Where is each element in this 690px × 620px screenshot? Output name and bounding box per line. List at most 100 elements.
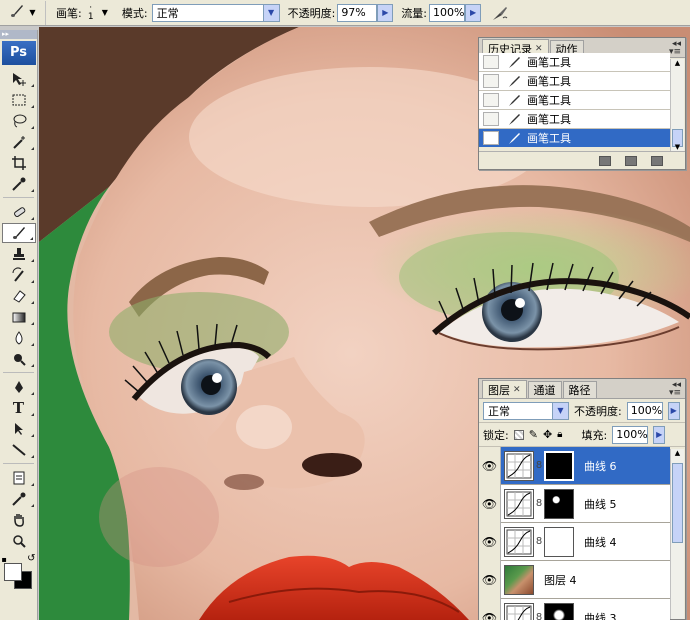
history-scrollbar[interactable]: ▲ ▼ — [670, 59, 684, 151]
blur-icon[interactable] — [2, 328, 36, 348]
history-item[interactable]: 画笔工具 — [479, 53, 670, 72]
flow-input[interactable]: 100% — [429, 3, 466, 22]
fill-input[interactable]: 100% — [612, 425, 649, 444]
crop-icon[interactable] — [2, 153, 36, 173]
toolbox: ▸▸ Ps T ▪ ↺ — [0, 30, 38, 620]
history-item[interactable]: 画笔工具 — [479, 110, 670, 129]
history-state-marker[interactable] — [483, 131, 499, 145]
type-icon[interactable]: T — [2, 398, 36, 418]
swap-colors-icon[interactable]: ↺ — [27, 553, 35, 564]
close-icon[interactable]: ✕ — [535, 44, 543, 54]
new-document-from-state-icon[interactable] — [599, 155, 611, 166]
gradient-icon[interactable] — [2, 307, 36, 327]
healing-brush-icon[interactable] — [2, 202, 36, 222]
opacity-slider-button[interactable]: ▶ — [377, 3, 394, 22]
eye-icon[interactable]: 👁︎ — [479, 446, 501, 485]
panel-menu-icon[interactable]: ◂◂ ▾≡ — [669, 40, 681, 57]
eye-icon[interactable]: 👁︎ — [479, 522, 501, 561]
blend-mode-select[interactable]: 正常 ▼ — [483, 401, 569, 420]
brush-picker[interactable]: · 1 — [82, 3, 100, 22]
pen-icon[interactable] — [2, 377, 36, 397]
brush-icon — [505, 93, 523, 107]
layer-opacity-input[interactable]: 100% — [626, 401, 663, 420]
link-icon[interactable]: 8 — [534, 612, 544, 620]
chevron-down-icon: ▼ — [262, 4, 279, 21]
layer-mask-thumbnail[interactable] — [544, 488, 574, 519]
scroll-up-arrow[interactable]: ▲ — [671, 449, 684, 457]
tab-layers[interactable]: 图层 ✕ — [482, 380, 527, 398]
zoom-icon[interactable] — [2, 531, 36, 551]
lasso-icon[interactable] — [2, 111, 36, 131]
history-snapshot-checkbox[interactable] — [483, 55, 499, 69]
eye-icon[interactable]: 👁︎ — [479, 560, 501, 599]
chevron-down-icon: ▼ — [29, 8, 36, 17]
brush-icon[interactable] — [1, 223, 36, 243]
lock-position-icon[interactable]: ✥ — [543, 428, 552, 441]
layer-row[interactable]: 👁︎ 8 曲线 3 — [479, 598, 670, 620]
layers-scrollbar[interactable]: ▲ — [670, 449, 684, 619]
mode-select[interactable]: 正常 ▼ — [151, 3, 280, 22]
link-icon[interactable]: 8 — [534, 536, 544, 547]
history-item[interactable]: 画笔工具 — [479, 72, 670, 91]
scroll-down-arrow[interactable]: ▼ — [671, 143, 684, 151]
opacity-label: 不透明度: — [287, 6, 336, 20]
layer-mask-thumbnail[interactable] — [544, 602, 574, 620]
flow-slider-button[interactable]: ▶ — [465, 3, 482, 22]
history-brush-icon[interactable] — [2, 265, 36, 285]
airbrush-icon[interactable] — [489, 2, 511, 24]
lock-pixels-icon[interactable]: ✎ — [529, 428, 538, 441]
fill-slider-button[interactable]: ▶ — [653, 425, 666, 444]
toolbox-grip[interactable]: ▸▸ — [0, 30, 37, 39]
history-snapshot-checkbox[interactable] — [483, 93, 499, 107]
layer-row-selected[interactable]: 👁︎ 8 曲线 6 — [479, 446, 670, 485]
eye-icon[interactable]: 👁︎ — [479, 484, 501, 523]
path-selection-icon[interactable] — [2, 419, 36, 439]
panel-menu-icon[interactable]: ◂◂ ▾≡ — [669, 381, 681, 398]
layer-opacity-slider-button[interactable]: ▶ — [667, 401, 680, 420]
brush-icon — [505, 131, 523, 145]
layer-mask-thumbnail[interactable] — [544, 450, 574, 481]
history-snapshot-checkbox[interactable] — [483, 112, 499, 126]
history-snapshot-checkbox[interactable] — [483, 74, 499, 88]
lock-all-icon[interactable]: 🔒︎ — [557, 429, 562, 440]
tab-paths[interactable]: 路径 — [562, 381, 597, 398]
history-item-selected[interactable]: 画笔工具 — [479, 129, 670, 147]
history-footer — [479, 151, 685, 169]
new-snapshot-icon[interactable] — [625, 155, 637, 166]
tool-preset-picker[interactable]: ▼ — [0, 0, 46, 25]
dodge-icon[interactable] — [2, 349, 36, 369]
layer-name: 图层 4 — [544, 573, 577, 587]
scroll-thumb[interactable] — [672, 463, 683, 543]
eyedropper-2-icon[interactable] — [2, 489, 36, 509]
layers-panel-tabs: 图层 ✕ 通道 路径 ◂◂ ▾≡ — [479, 379, 685, 399]
color-swatches[interactable]: ▪ ↺ — [2, 553, 36, 589]
layer-mask-thumbnail[interactable] — [544, 526, 574, 557]
layer-row[interactable]: 👁︎ 图层 4 — [479, 560, 670, 599]
link-icon[interactable]: 8 — [534, 498, 544, 509]
tab-channels[interactable]: 通道 — [527, 381, 562, 398]
layer-name: 曲线 5 — [584, 497, 617, 511]
hand-icon[interactable] — [2, 510, 36, 530]
eye-icon[interactable]: 👁︎ — [479, 598, 501, 620]
move-icon[interactable] — [2, 69, 36, 89]
layer-row[interactable]: 👁︎ 8 曲线 4 — [479, 522, 670, 561]
lock-transparency-icon[interactable] — [513, 429, 524, 440]
notes-icon[interactable] — [2, 468, 36, 488]
layer-row[interactable]: 👁︎ 8 曲线 5 — [479, 484, 670, 523]
line-icon[interactable] — [2, 440, 36, 460]
mode-label: 模式: — [121, 6, 148, 20]
brush-dropdown-arrow[interactable]: ▼ — [102, 8, 108, 17]
clone-stamp-icon[interactable] — [2, 244, 36, 264]
eyedropper-icon[interactable] — [2, 174, 36, 194]
history-item[interactable]: 画笔工具 — [479, 91, 670, 110]
brush-label: 画笔: — [56, 6, 82, 20]
close-icon[interactable]: ✕ — [513, 385, 521, 395]
magic-wand-icon[interactable] — [2, 132, 36, 152]
scroll-up-arrow[interactable]: ▲ — [671, 59, 684, 67]
trash-icon[interactable] — [651, 155, 663, 166]
marquee-icon[interactable] — [2, 90, 36, 110]
foreground-color[interactable] — [3, 563, 22, 581]
link-icon[interactable]: 8 — [534, 460, 544, 471]
opacity-input[interactable]: 97% — [337, 3, 378, 22]
eraser-icon[interactable] — [2, 286, 36, 306]
